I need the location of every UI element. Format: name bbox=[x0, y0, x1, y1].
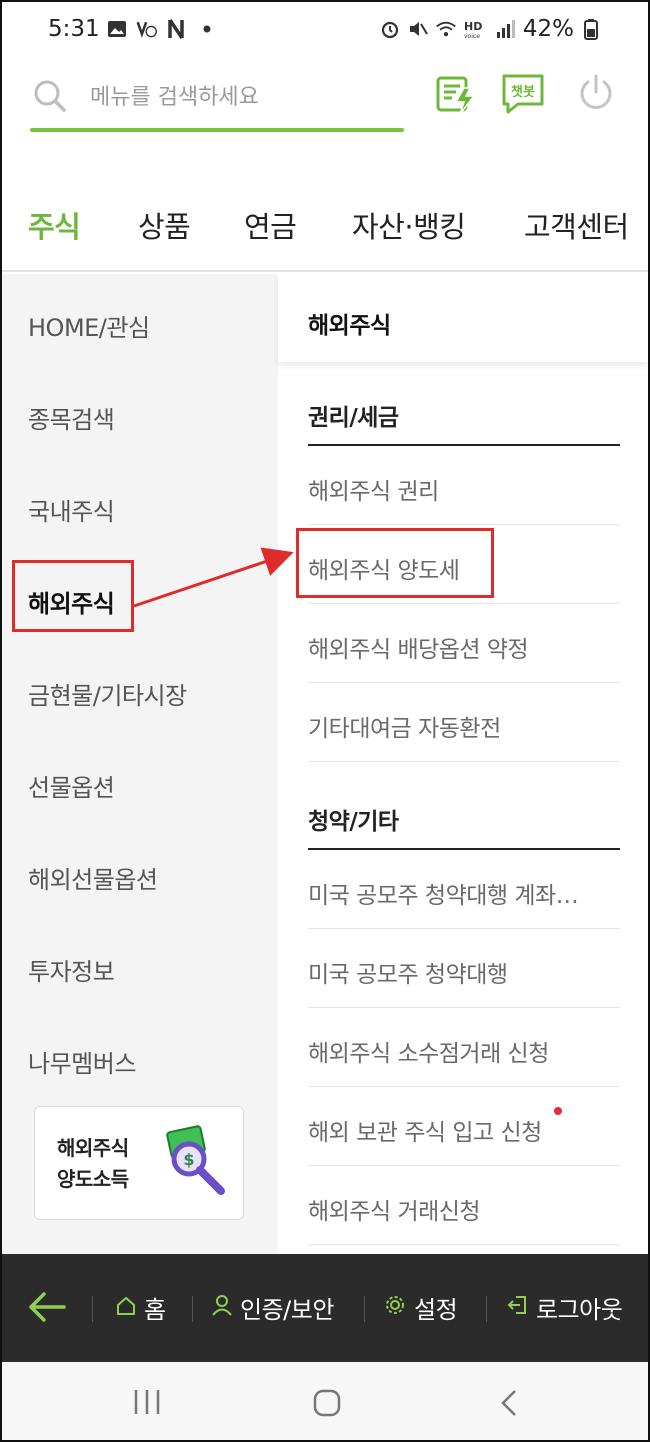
sidebar-item-gold-other[interactable]: 금현물/기타시장 bbox=[28, 676, 187, 711]
highlight-box-capital-gains-tax bbox=[296, 528, 494, 598]
sidebar-item-investment-info[interactable]: 투자정보 bbox=[28, 952, 115, 987]
quick-order-icon[interactable] bbox=[434, 72, 478, 120]
volte-icon bbox=[136, 18, 158, 40]
home-icon bbox=[116, 1294, 136, 1322]
back-arrow-icon[interactable] bbox=[26, 1286, 68, 1332]
wifi-icon bbox=[435, 18, 457, 40]
tab-assets-banking[interactable]: 자산·뱅킹 bbox=[352, 204, 466, 246]
promo-line-1: 해외주식 bbox=[57, 1136, 129, 1160]
chatbot-icon[interactable]: 챗봇 bbox=[500, 72, 546, 120]
search-input[interactable] bbox=[90, 80, 390, 114]
power-icon[interactable] bbox=[576, 72, 616, 120]
panel-title: 해외주식 bbox=[308, 313, 391, 339]
status-time: 5:31 bbox=[48, 16, 100, 42]
panel-header: 해외주식 bbox=[278, 274, 648, 362]
sidebar-item-overseas-futures[interactable]: 해외선물옵션 bbox=[28, 860, 158, 895]
sidebar-item-stock-search[interactable]: 종목검색 bbox=[28, 400, 115, 435]
mute-icon bbox=[407, 18, 429, 40]
naver-icon bbox=[166, 18, 188, 40]
section-title-rights-tax: 권리/세금 bbox=[308, 405, 399, 431]
promo-banner[interactable]: 해외주식 양도소득 $ bbox=[34, 1106, 244, 1220]
sidebar-item-home[interactable]: HOME/관심 bbox=[28, 308, 150, 343]
bottom-logout-button[interactable]: 로그아웃 bbox=[506, 1290, 623, 1325]
sidebar-item-namu-members[interactable]: 나무멤버스 bbox=[28, 1044, 136, 1079]
top-nav: 주식 상품 연금 자산·뱅킹 고객센터 bbox=[2, 190, 648, 272]
user-icon bbox=[212, 1294, 232, 1322]
tab-stocks[interactable]: 주식 bbox=[28, 204, 81, 246]
android-nav-bar bbox=[2, 1362, 648, 1440]
menu-item-auto-exchange[interactable]: 기타대여금 자동환전 bbox=[308, 683, 620, 762]
search-underline bbox=[30, 128, 404, 132]
menu-item-overseas-rights[interactable]: 해외주식 권리 bbox=[308, 446, 620, 525]
money-magnifier-icon: $ bbox=[159, 1125, 235, 1205]
svg-text:$: $ bbox=[183, 1150, 194, 1169]
gallery-icon bbox=[106, 18, 128, 40]
battery-percent: 42% bbox=[522, 16, 574, 42]
search-icon[interactable] bbox=[32, 78, 68, 118]
status-bar: 5:31 HD voice 42% bbox=[2, 2, 648, 60]
battery-icon bbox=[580, 18, 602, 40]
sidebar-item-domestic-stocks[interactable]: 국내주식 bbox=[28, 492, 115, 527]
hd-voice-icon: HD voice bbox=[463, 18, 489, 40]
svg-text:챗봇: 챗봇 bbox=[511, 85, 535, 100]
menu-item-fractional-trading[interactable]: 해외주식 소수점거래 신청 bbox=[308, 1008, 620, 1087]
menu-item-trading-application[interactable]: 해외주식 거래신청 bbox=[308, 1166, 620, 1245]
recent-apps-icon[interactable] bbox=[132, 1388, 162, 1420]
menu-item-ipo-subscription[interactable]: 미국 공모주 청약대행 bbox=[308, 929, 620, 1008]
sidebar-item-futures-options[interactable]: 선물옵션 bbox=[28, 768, 115, 803]
tab-pension[interactable]: 연금 bbox=[244, 204, 297, 246]
signal-icon bbox=[495, 18, 517, 40]
home-nav-icon[interactable] bbox=[312, 1388, 342, 1422]
bottom-bar: 홈 인증/보안 설정 로그아웃 bbox=[2, 1254, 648, 1362]
dot-icon bbox=[196, 18, 218, 40]
back-nav-icon[interactable] bbox=[498, 1388, 520, 1422]
svg-text:HD: HD bbox=[464, 20, 482, 33]
new-badge-dot bbox=[554, 1107, 562, 1115]
gear-icon bbox=[384, 1294, 406, 1322]
logout-icon bbox=[506, 1294, 528, 1322]
alarm-icon bbox=[379, 18, 401, 40]
section-title-subscription-other: 청약/기타 bbox=[308, 809, 399, 835]
bottom-home-button[interactable]: 홈 bbox=[116, 1290, 166, 1325]
bottom-auth-button[interactable]: 인증/보안 bbox=[212, 1290, 334, 1325]
tab-customer-center[interactable]: 고객센터 bbox=[524, 204, 629, 246]
highlight-box-overseas-stocks bbox=[12, 560, 134, 632]
tab-products[interactable]: 상품 bbox=[138, 204, 191, 246]
menu-item-stock-transfer-in[interactable]: 해외 보관 주식 입고 신청 bbox=[308, 1087, 620, 1166]
svg-text:voice: voice bbox=[464, 33, 480, 40]
menu-item-ipo-account[interactable]: 미국 공모주 청약대행 계좌… bbox=[308, 850, 620, 929]
promo-line-2: 양도소득 bbox=[57, 1167, 129, 1191]
menu-item-dividend-option[interactable]: 해외주식 배당옵션 약정 bbox=[308, 604, 620, 683]
search-bar[interactable] bbox=[30, 66, 404, 134]
bottom-settings-button[interactable]: 설정 bbox=[384, 1290, 458, 1325]
